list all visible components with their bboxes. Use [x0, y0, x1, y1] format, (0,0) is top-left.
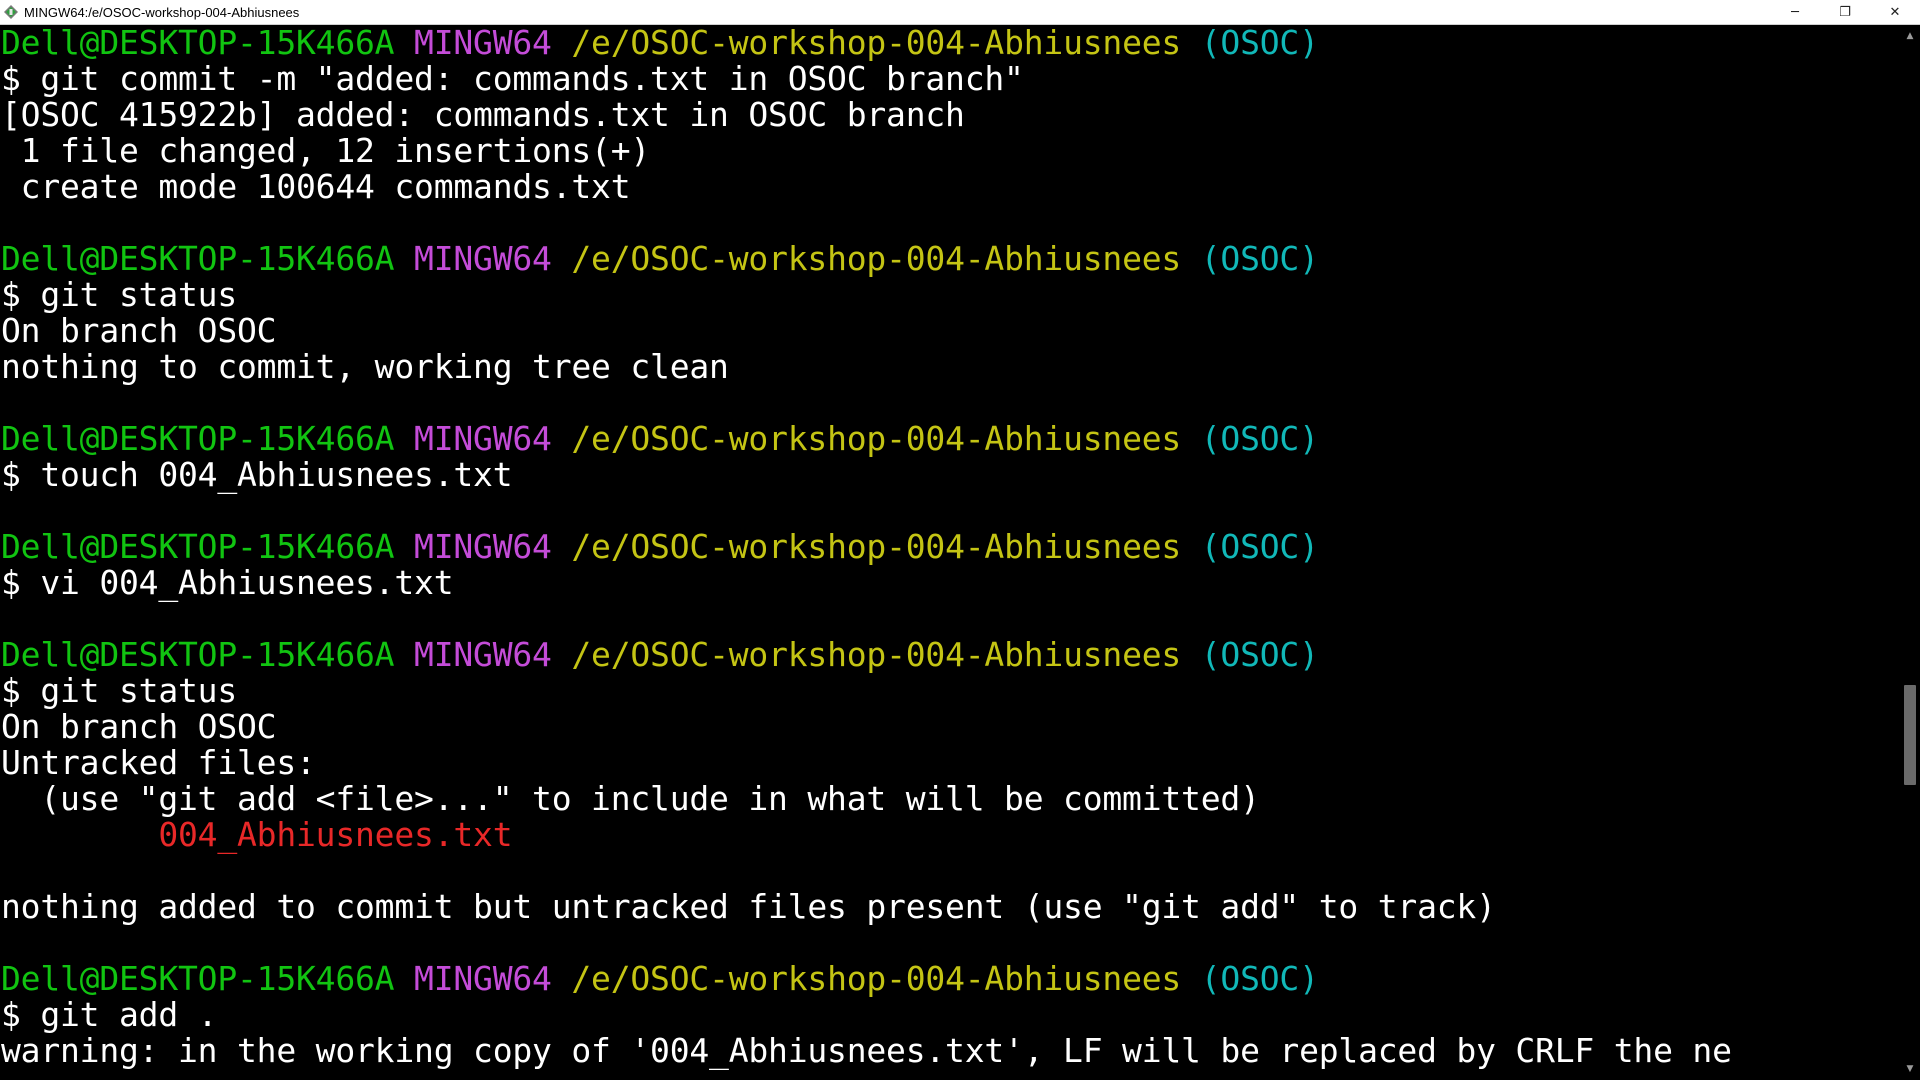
command-line: $ touch 004_Abhiusnees.txt [1, 455, 513, 494]
prompt-path: /e/OSOC-workshop-004-Abhiusnees [571, 419, 1182, 458]
command-line: $ git status [1, 275, 238, 314]
output-line: [OSOC 415922b] added: commands.txt in OS… [1, 95, 965, 134]
prompt-path: /e/OSOC-workshop-004-Abhiusnees [571, 635, 1182, 674]
prompt-system: MINGW64 [414, 419, 552, 458]
output-line: nothing added to commit but untracked fi… [1, 887, 1496, 926]
prompt-user-host: Dell@DESKTOP-15K466A [1, 239, 395, 278]
output-line: On branch OSOC [1, 707, 277, 746]
output-line: (use "git add <file>..." to include in w… [1, 779, 1260, 818]
untracked-file-line: 004_Abhiusnees.txt [1, 815, 513, 854]
title-bar[interactable]: MINGW64:/e/OSOC-workshop-004-Abhiusnees … [0, 0, 1920, 25]
command-line: $ git status [1, 671, 238, 710]
prompt-branch: (OSOC) [1200, 959, 1319, 998]
git-bash-icon [3, 4, 19, 20]
restore-icon: ❐ [1839, 4, 1851, 20]
minimize-icon: ─ [1791, 4, 1799, 20]
window-controls: ─ ❐ ✕ [1770, 0, 1920, 24]
output-line: Untracked files: [1, 743, 316, 782]
scroll-up-arrow-icon[interactable]: ▲ [1900, 27, 1920, 45]
prompt-system: MINGW64 [414, 527, 552, 566]
prompt-path: /e/OSOC-workshop-004-Abhiusnees [571, 527, 1182, 566]
prompt-line: Dell@DESKTOP-15K466A MINGW64 /e/OSOC-wor… [1, 529, 1900, 565]
window-title: MINGW64:/e/OSOC-workshop-004-Abhiusnees [24, 4, 300, 20]
prompt-branch: (OSOC) [1200, 527, 1319, 566]
vertical-scrollbar[interactable]: ▲ ▼ [1900, 25, 1920, 1080]
output-line: On branch OSOC [1, 311, 277, 350]
prompt-path: /e/OSOC-workshop-004-Abhiusnees [571, 25, 1182, 62]
terminal-output[interactable]: Dell@DESKTOP-15K466A MINGW64 /e/OSOC-wor… [0, 25, 1900, 1080]
command-line: $ git commit -m "added: commands.txt in … [1, 59, 1024, 98]
close-icon: ✕ [1889, 4, 1901, 20]
prompt-user-host: Dell@DESKTOP-15K466A [1, 25, 395, 62]
maximize-button[interactable]: ❐ [1820, 0, 1870, 24]
output-line: 1 file changed, 12 insertions(+) [1, 131, 651, 170]
prompt-branch: (OSOC) [1200, 239, 1319, 278]
output-line: create mode 100644 commands.txt [1, 167, 631, 206]
prompt-user-host: Dell@DESKTOP-15K466A [1, 527, 395, 566]
close-button[interactable]: ✕ [1870, 0, 1920, 24]
output-line: nothing to commit, working tree clean [1, 347, 729, 386]
scrollbar-thumb[interactable] [1904, 685, 1916, 785]
prompt-system: MINGW64 [414, 959, 552, 998]
prompt-branch: (OSOC) [1200, 635, 1319, 674]
minimize-button[interactable]: ─ [1770, 0, 1820, 24]
terminal-window: MINGW64:/e/OSOC-workshop-004-Abhiusnees … [0, 0, 1920, 1080]
warning-line: warning: in the working copy of '004_Abh… [1, 1031, 1732, 1070]
command-line: $ git add . [1, 995, 218, 1034]
prompt-user-host: Dell@DESKTOP-15K466A [1, 635, 395, 674]
prompt-line: Dell@DESKTOP-15K466A MINGW64 /e/OSOC-wor… [1, 421, 1900, 457]
prompt-line: Dell@DESKTOP-15K466A MINGW64 /e/OSOC-wor… [1, 637, 1900, 673]
prompt-system: MINGW64 [414, 239, 552, 278]
prompt-path: /e/OSOC-workshop-004-Abhiusnees [571, 959, 1182, 998]
prompt-system: MINGW64 [414, 635, 552, 674]
prompt-path: /e/OSOC-workshop-004-Abhiusnees [571, 239, 1182, 278]
prompt-branch: (OSOC) [1200, 25, 1319, 62]
prompt-user-host: Dell@DESKTOP-15K466A [1, 959, 395, 998]
prompt-line: Dell@DESKTOP-15K466A MINGW64 /e/OSOC-wor… [1, 241, 1900, 277]
prompt-branch: (OSOC) [1200, 419, 1319, 458]
prompt-user-host: Dell@DESKTOP-15K466A [1, 419, 395, 458]
scroll-down-arrow-icon[interactable]: ▼ [1900, 1060, 1920, 1078]
command-line: $ vi 004_Abhiusnees.txt [1, 563, 454, 602]
prompt-system: MINGW64 [414, 25, 552, 62]
prompt-line: Dell@DESKTOP-15K466A MINGW64 /e/OSOC-wor… [1, 25, 1900, 61]
prompt-line: Dell@DESKTOP-15K466A MINGW64 /e/OSOC-wor… [1, 961, 1900, 997]
